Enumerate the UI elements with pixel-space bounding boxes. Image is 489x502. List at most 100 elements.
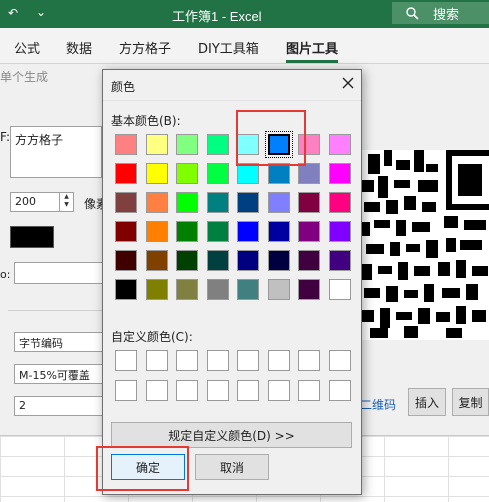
basic-color-swatch[interactable] xyxy=(298,192,320,213)
custom-color-swatch[interactable] xyxy=(206,350,229,371)
close-icon[interactable] xyxy=(339,74,357,92)
custom-color-swatch[interactable] xyxy=(267,380,290,401)
basic-color-swatch[interactable] xyxy=(267,192,290,213)
logo-path-input[interactable] xyxy=(14,262,104,284)
basic-color-swatch[interactable] xyxy=(267,279,290,300)
basic-color-swatch[interactable] xyxy=(115,192,137,213)
basic-color-swatch[interactable] xyxy=(115,250,137,271)
tab-formulas[interactable]: 公式 xyxy=(14,38,40,57)
basic-color-swatch[interactable] xyxy=(176,221,198,242)
ribbon-tabs: 公式 数据 方方格子 DIY工具箱 图片工具 xyxy=(0,28,489,64)
quick-access-menu-icon[interactable]: ⌄ xyxy=(36,5,46,19)
encoding-select[interactable]: 字节编码 xyxy=(14,332,104,352)
tab-picture-tools[interactable]: 图片工具 xyxy=(286,38,339,63)
custom-color-swatch[interactable] xyxy=(115,350,137,371)
basic-color-swatch[interactable] xyxy=(176,192,198,213)
size-value: 200 xyxy=(15,195,36,208)
cancel-button[interactable]: 取消 xyxy=(195,454,269,480)
size-spinner[interactable]: 200 ▲ ▼ xyxy=(10,192,74,212)
title-divider xyxy=(103,100,361,101)
dialog-title: 颜色 xyxy=(111,80,136,94)
copy-button[interactable]: 复制 xyxy=(452,388,489,416)
highlight-ok-button xyxy=(96,446,189,491)
qr-code-link[interactable]: 二维码 xyxy=(360,396,396,413)
basic-color-swatch[interactable] xyxy=(237,192,259,213)
tab-fangfang[interactable]: 方方格子 xyxy=(119,38,171,57)
basic-color-swatch[interactable] xyxy=(115,279,137,300)
basic-color-swatch[interactable] xyxy=(328,163,351,184)
basic-color-swatch[interactable] xyxy=(237,163,259,184)
basic-color-swatch[interactable] xyxy=(206,163,229,184)
error-level-select[interactable]: M-15%可覆盖 xyxy=(14,364,104,384)
basic-color-swatch[interactable] xyxy=(206,250,229,271)
basic-color-swatch[interactable] xyxy=(298,250,320,271)
basic-color-swatch[interactable] xyxy=(328,221,351,242)
basic-color-swatch[interactable] xyxy=(206,192,229,213)
basic-color-swatch[interactable] xyxy=(328,279,351,300)
basic-color-swatch[interactable] xyxy=(115,134,137,155)
custom-color-swatch[interactable] xyxy=(298,350,320,371)
group-divider xyxy=(8,310,108,311)
custom-color-swatch[interactable] xyxy=(145,380,168,401)
basic-color-swatch[interactable] xyxy=(145,163,168,184)
search-icon xyxy=(406,6,419,20)
basic-color-swatch[interactable] xyxy=(206,134,229,155)
basic-color-swatch[interactable] xyxy=(145,279,168,300)
basic-color-swatch[interactable] xyxy=(145,250,168,271)
window-title: 工作簿1 - Excel xyxy=(172,9,262,24)
tab-diy-toolbox[interactable]: DIY工具箱 xyxy=(198,38,259,57)
basic-color-swatch[interactable] xyxy=(267,250,290,271)
custom-color-swatch[interactable] xyxy=(176,380,198,401)
spinner-arrows-icon[interactable]: ▲ ▼ xyxy=(59,193,73,211)
basic-color-swatch[interactable] xyxy=(115,163,137,184)
basic-color-swatch[interactable] xyxy=(115,221,137,242)
color-dialog: 颜色 基本颜色(B): 自定义颜色(C): 规定自定义颜色(D) >> 确定 取… xyxy=(102,69,362,495)
tab-data[interactable]: 数据 xyxy=(66,38,92,57)
basic-color-swatch[interactable] xyxy=(237,279,259,300)
excel-title-bar: ↶ ⌄ 工作簿1 - Excel 搜索 xyxy=(0,0,489,28)
basic-color-swatch[interactable] xyxy=(145,192,168,213)
undo-icon[interactable]: ↶ xyxy=(8,6,18,20)
custom-color-swatch[interactable] xyxy=(237,380,259,401)
insert-button[interactable]: 插入 xyxy=(408,388,446,416)
qr-code-preview xyxy=(360,150,489,340)
basic-color-swatch[interactable] xyxy=(298,221,320,242)
basic-color-swatch[interactable] xyxy=(145,221,168,242)
margin-select[interactable]: 2 xyxy=(14,396,104,416)
basic-color-swatch[interactable] xyxy=(328,250,351,271)
color-swatch-button[interactable] xyxy=(10,226,54,248)
basic-color-swatch[interactable] xyxy=(298,163,320,184)
basic-color-swatch[interactable] xyxy=(206,221,229,242)
custom-color-swatch[interactable] xyxy=(115,380,137,401)
basic-color-swatch[interactable] xyxy=(267,163,290,184)
basic-color-swatch[interactable] xyxy=(328,192,351,213)
search-label: 搜索 xyxy=(433,7,460,23)
custom-colors-label: 自定义颜色(C): xyxy=(111,330,193,344)
o-label: o: xyxy=(0,268,11,281)
custom-color-swatch[interactable] xyxy=(206,380,229,401)
basic-color-swatch[interactable] xyxy=(298,279,320,300)
highlight-selected-color xyxy=(236,110,306,166)
basic-color-swatch[interactable] xyxy=(176,163,198,184)
window-title-single: 单个生成 xyxy=(0,70,49,84)
basic-color-swatch[interactable] xyxy=(176,279,198,300)
basic-color-swatch[interactable] xyxy=(328,134,351,155)
custom-color-swatch[interactable] xyxy=(298,380,320,401)
basic-color-swatch[interactable] xyxy=(145,134,168,155)
custom-color-swatch[interactable] xyxy=(176,350,198,371)
basic-color-swatch[interactable] xyxy=(176,250,198,271)
custom-color-swatch[interactable] xyxy=(145,350,168,371)
basic-color-swatch[interactable] xyxy=(267,221,290,242)
define-custom-colors-button[interactable]: 规定自定义颜色(D) >> xyxy=(111,422,352,448)
basic-color-swatch[interactable] xyxy=(237,221,259,242)
basic-color-swatch[interactable] xyxy=(206,279,229,300)
custom-color-swatch[interactable] xyxy=(328,350,351,371)
search-box[interactable]: 搜索 xyxy=(392,2,489,24)
custom-color-swatch[interactable] xyxy=(328,380,351,401)
basic-colors-label: 基本颜色(B): xyxy=(111,114,181,128)
basic-color-swatch[interactable] xyxy=(237,250,259,271)
custom-color-swatch[interactable] xyxy=(267,350,290,371)
basic-color-swatch[interactable] xyxy=(176,134,198,155)
custom-color-swatch[interactable] xyxy=(237,350,259,371)
content-textarea[interactable]: 方方格子 xyxy=(10,126,102,178)
